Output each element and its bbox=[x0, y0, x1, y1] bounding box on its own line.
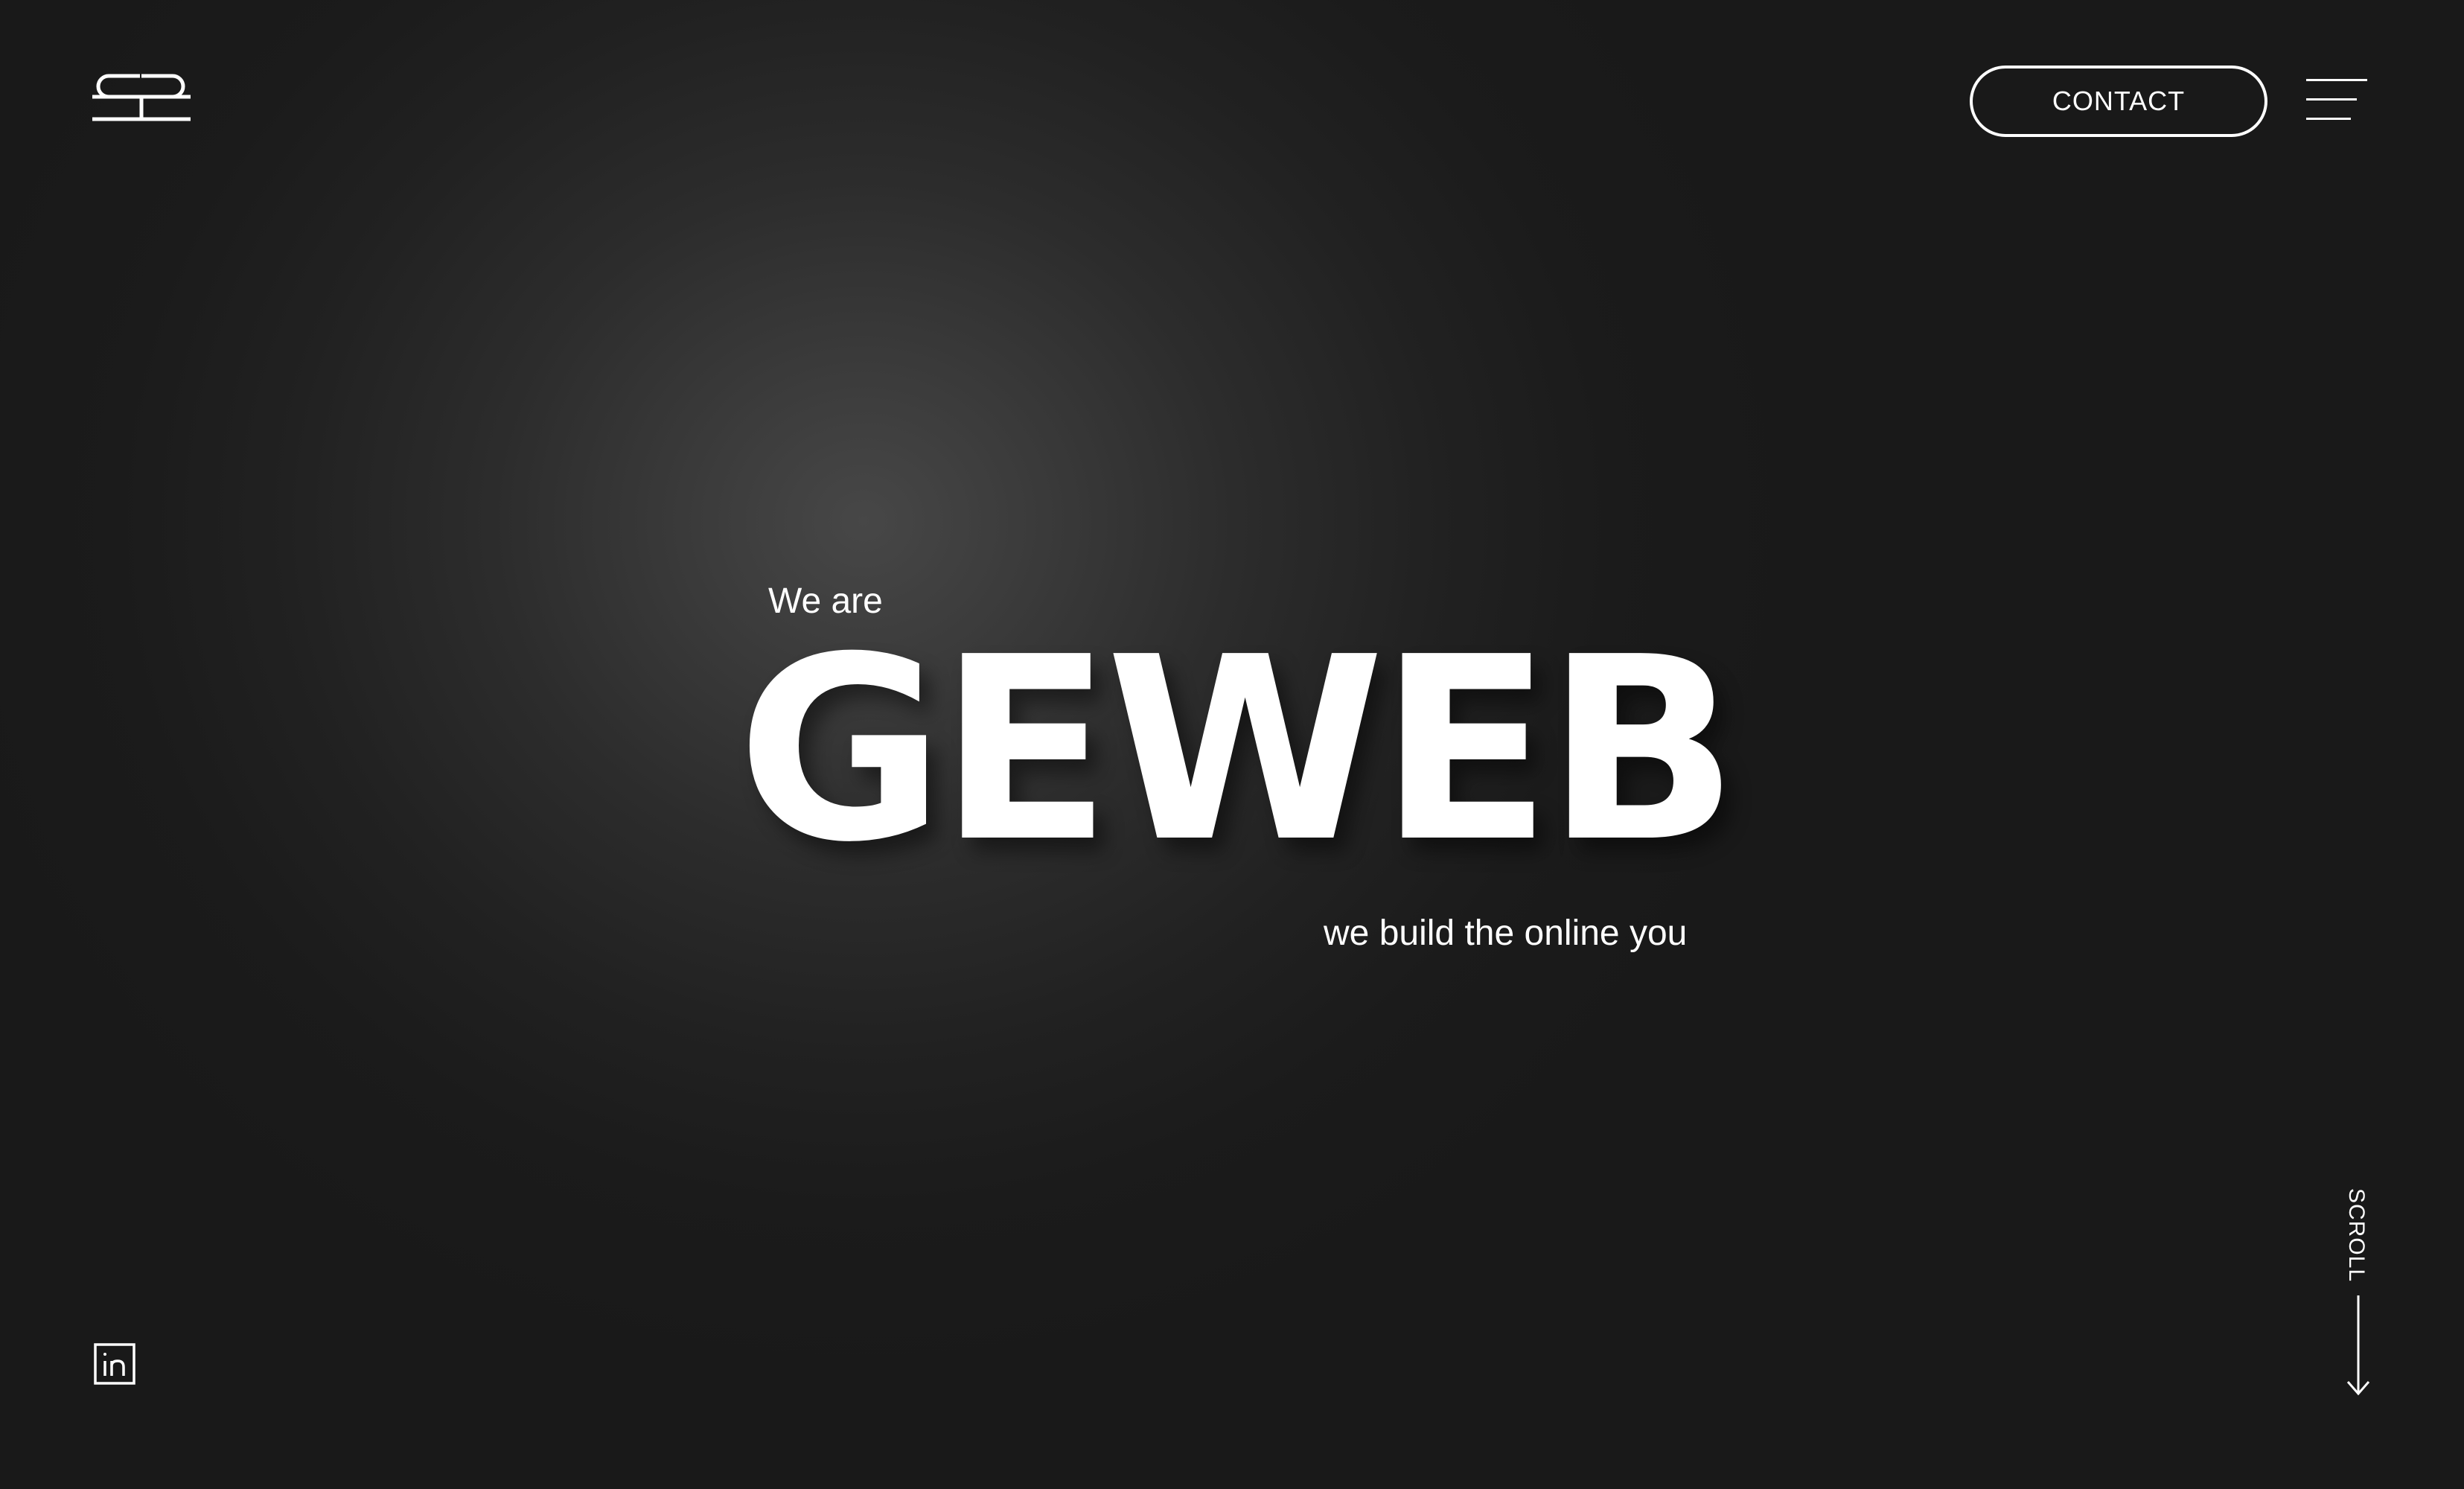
menu-line-top bbox=[2306, 79, 2367, 81]
contact-button[interactable]: CONTACT bbox=[1970, 66, 2267, 137]
menu-line-bottom bbox=[2306, 118, 2351, 120]
scroll-label[interactable]: SCROLL bbox=[2339, 1188, 2369, 1282]
contact-button-label: CONTACT bbox=[2052, 86, 2186, 116]
hamburger-menu-icon[interactable] bbox=[2306, 74, 2367, 127]
hero-subtitle: we build the online you bbox=[1324, 914, 1688, 953]
arrow-down-icon[interactable] bbox=[2345, 1295, 2372, 1397]
menu-line-middle bbox=[2306, 98, 2357, 101]
hero-title: GEWEB bbox=[737, 603, 1739, 898]
linkedin-icon[interactable]: in bbox=[94, 1343, 135, 1385]
geweb-logo-icon[interactable] bbox=[92, 71, 191, 124]
